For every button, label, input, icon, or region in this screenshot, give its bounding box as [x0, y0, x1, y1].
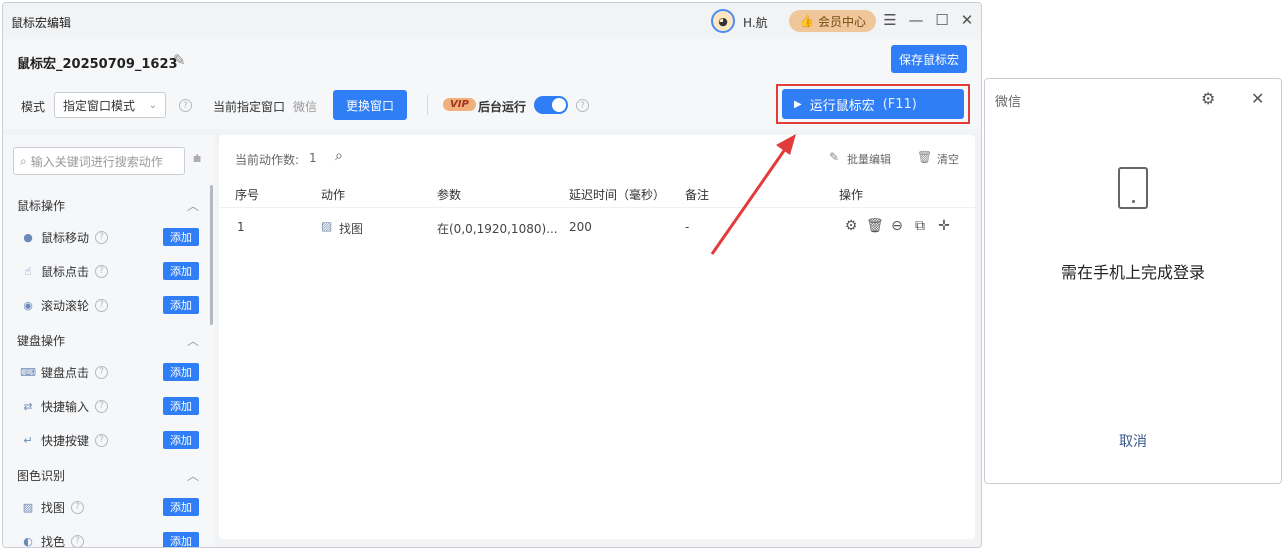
phone-icon [1118, 167, 1148, 209]
wechat-login-window: 微信 ⚙ ✕ 需在手机上完成登录 取消 [984, 78, 1282, 484]
login-message: 需在手机上完成登录 [1060, 263, 1205, 282]
gear-icon[interactable]: ⚙ [1201, 89, 1215, 108]
cancel-button[interactable]: 取消 [985, 431, 1281, 451]
arrow-shaft [710, 144, 790, 255]
wechat-title: 微信 [995, 95, 1022, 110]
arrow-head [776, 134, 796, 155]
close-icon[interactable]: ✕ [1251, 89, 1264, 108]
